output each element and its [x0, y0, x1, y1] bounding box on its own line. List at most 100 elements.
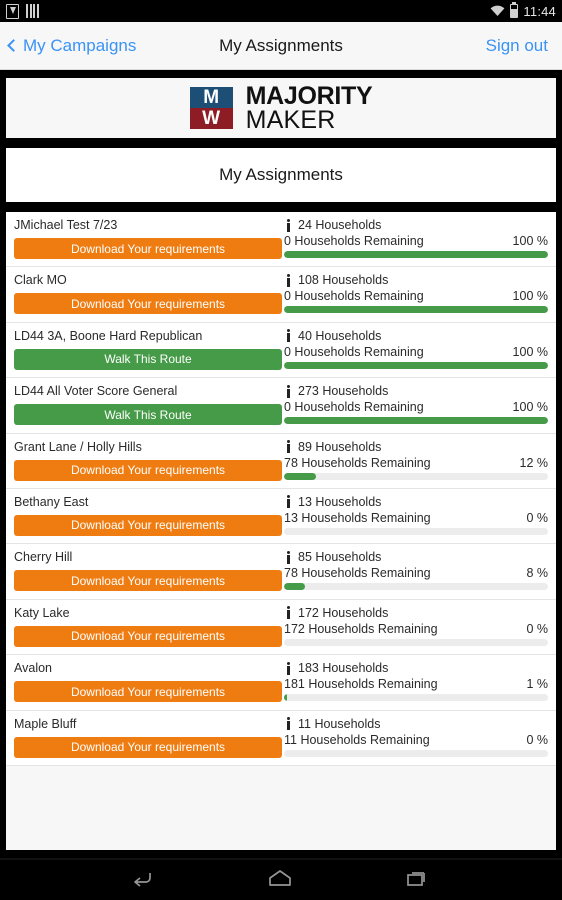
- row-right-column: 11 Households 11 Households Remaining 0 %: [282, 717, 548, 765]
- progress-percent-label: 0 %: [526, 621, 548, 636]
- households-total: 24 Households: [298, 218, 382, 232]
- assignment-name: Cherry Hill: [14, 550, 73, 565]
- table-row[interactable]: Bethany East Download Your requirements 13…: [6, 488, 556, 545]
- progress-bar-fill: [284, 251, 548, 258]
- assignment-name: Clark MO: [14, 273, 67, 288]
- table-row[interactable]: Katy Lake Download Your requirements 172 H…: [6, 599, 556, 656]
- progress-bar: [284, 472, 548, 480]
- households-total: 11 Households: [298, 716, 381, 731]
- walk-this-route-button[interactable]: Walk This Route: [14, 404, 282, 426]
- app-action-bar: My Campaigns My Assignments Sign out: [0, 22, 562, 70]
- households-line: 85 Households: [284, 550, 548, 565]
- households-line: 183 Households: [284, 661, 548, 676]
- households-total: 183 Households: [298, 661, 389, 676]
- assignment-name: LD44 All Voter Score General: [14, 384, 178, 399]
- table-row[interactable]: Grant Lane / Holly Hills Download Your re…: [6, 433, 556, 489]
- person-icon: [284, 384, 293, 399]
- progress-bar: [284, 306, 548, 314]
- table-row[interactable]: JMichael Test 7/23 Download Your requirem…: [6, 212, 556, 268]
- table-row[interactable]: Clark MO Download Your requirements 108 Ho…: [6, 267, 556, 323]
- download-requirements-button[interactable]: Download Your requirements: [14, 459, 282, 481]
- households-line: 24 Households: [284, 218, 548, 233]
- download-requirements-button[interactable]: Download Your requirements: [14, 570, 282, 592]
- progress-bar: [284, 417, 548, 425]
- progress-bar-fill: [284, 472, 316, 480]
- logo-wordmark: MAJORITY MAKER: [246, 83, 373, 133]
- download-requirements-button[interactable]: Download Your requirements: [14, 681, 282, 703]
- progress-bar-fill: [284, 361, 548, 369]
- android-navigation-bar: [0, 858, 562, 900]
- status-bar-right-icons: 11:44: [490, 4, 556, 19]
- recents-icon[interactable]: [404, 869, 432, 892]
- assignment-name: Avalon: [14, 661, 52, 676]
- households-total: 172 Households: [298, 605, 389, 620]
- row-left-column: LD44 3A, Boone Hard Republican Walk This …: [14, 329, 282, 377]
- progress-percent-label: 1 %: [526, 677, 548, 692]
- home-icon[interactable]: [266, 869, 294, 892]
- download-requirements-button[interactable]: Download Your requirements: [14, 293, 282, 315]
- assignment-name: Grant Lane / Holly Hills: [14, 439, 142, 454]
- row-right-column: 24 Households 0 Households Remaining 100 %: [282, 218, 548, 266]
- progress-percent-label: 12 %: [519, 455, 549, 470]
- table-row[interactable]: Avalon Download Your requirements 183 Hous…: [6, 655, 556, 711]
- households-line: 172 Households: [284, 606, 548, 621]
- download-requirements-button[interactable]: Download Your requirements: [14, 625, 282, 647]
- assignment-name: Maple Bluff: [14, 716, 77, 731]
- download-icon: [6, 3, 19, 19]
- households-line: 108 Households: [284, 273, 548, 288]
- households-total: 273 Households: [298, 384, 389, 399]
- row-left-column: Clark MO Download Your requirements: [14, 273, 282, 321]
- assignment-name: Katy Lake: [14, 605, 70, 620]
- row-left-column: Maple Bluff Download Your requirements: [14, 717, 282, 765]
- person-icon: [284, 495, 293, 509]
- households-total: 85 Households: [298, 550, 382, 565]
- remaining-line: 78 Households Remaining 12 %: [284, 456, 548, 471]
- remaining-line: 0 Households Remaining 100 %: [284, 234, 548, 249]
- assignments-list[interactable]: JMichael Test 7/23 Download Your requirem…: [4, 210, 558, 852]
- row-left-column: Avalon Download Your requirements: [14, 661, 282, 709]
- logo-mark-top: M: [189, 87, 233, 108]
- remaining-line: 0 Households Remaining 100 %: [284, 400, 548, 415]
- households-line: 273 Households: [284, 384, 548, 399]
- households-remaining: 13 Households Remaining: [284, 510, 431, 525]
- person-icon: [284, 661, 293, 676]
- person-icon: [284, 218, 293, 233]
- households-total: 89 Households: [298, 439, 382, 454]
- progress-percent-label: 100 %: [512, 400, 548, 415]
- row-left-column: LD44 All Voter Score General Walk This Ro…: [14, 384, 282, 432]
- households-line: 40 Households: [284, 329, 548, 344]
- progress-percent-label: 0 %: [526, 510, 548, 525]
- walk-this-route-button[interactable]: Walk This Route: [14, 348, 282, 370]
- remaining-line: 0 Households Remaining 100 %: [284, 345, 548, 360]
- person-icon: [284, 329, 293, 343]
- progress-bar-fill: [284, 306, 548, 314]
- person-icon: [284, 440, 293, 454]
- households-remaining: 0 Households Remaining: [284, 289, 424, 304]
- households-total: 13 Households: [298, 494, 382, 509]
- download-requirements-button[interactable]: Download Your requirements: [14, 736, 282, 758]
- households-remaining: 0 Households Remaining: [284, 400, 424, 415]
- households-line: 11 Households: [284, 717, 548, 732]
- person-icon: [284, 606, 293, 620]
- table-row[interactable]: Cherry Hill Download Your requirements 85 …: [6, 544, 556, 600]
- row-right-column: 273 Households 0 Households Remaining 100 …: [282, 384, 548, 432]
- progress-bar: [284, 251, 548, 258]
- households-remaining: 0 Households Remaining: [284, 344, 424, 359]
- sim-bars-icon: [26, 4, 39, 18]
- progress-percent-label: 100 %: [512, 234, 548, 248]
- page-title-panel: My Assignments: [4, 146, 558, 204]
- table-row[interactable]: Maple Bluff Download Your requirements 11 …: [6, 710, 556, 766]
- back-icon[interactable]: [130, 869, 156, 892]
- households-remaining: 172 Households Remaining: [284, 621, 438, 636]
- download-requirements-button[interactable]: Download Your requirements: [14, 238, 282, 259]
- progress-bar: [284, 638, 548, 646]
- person-icon: [284, 273, 293, 288]
- action-bar-title: My Assignments: [219, 35, 343, 55]
- row-left-column: Cherry Hill Download Your requirements: [14, 550, 282, 598]
- households-remaining: 11 Households Remaining: [284, 732, 430, 747]
- download-requirements-button[interactable]: Download Your requirements: [14, 514, 282, 536]
- remaining-line: 181 Households Remaining 1 %: [284, 677, 548, 692]
- table-row[interactable]: LD44 All Voter Score General Walk This Ro…: [6, 378, 556, 434]
- progress-bar: [284, 527, 548, 535]
- table-row[interactable]: LD44 3A, Boone Hard Republican Walk This …: [6, 322, 556, 379]
